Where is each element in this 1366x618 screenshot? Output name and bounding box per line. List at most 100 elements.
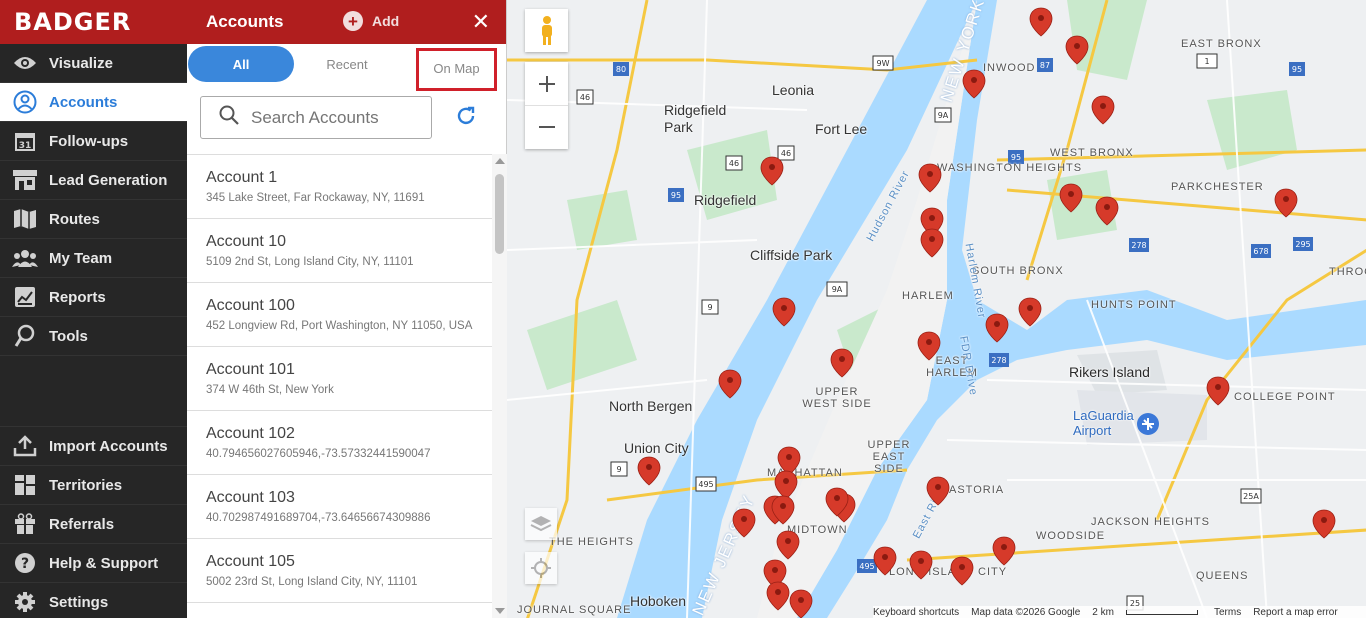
add-label: Add <box>372 13 400 29</box>
calendar-icon: 31 <box>12 128 38 154</box>
account-name: Account 101 <box>206 361 295 378</box>
map-scale[interactable]: 2 km <box>1092 607 1114 618</box>
account-address: 5109 2nd St, Long Island City, NY, 11101 <box>206 256 414 268</box>
account-tabs: All Recent On Map <box>187 44 506 91</box>
account-name: Account 102 <box>206 425 295 442</box>
panel-header: Accounts + Add ✕ <box>187 0 506 44</box>
account-name: Account 105 <box>206 553 295 570</box>
accounts-panel: Accounts + Add ✕ All Recent On Map Accou… <box>187 0 507 618</box>
keyboard-shortcuts-link[interactable]: Keyboard shortcuts <box>873 607 959 618</box>
svg-text:?: ? <box>21 556 29 572</box>
sidebar-item-routes[interactable]: Routes <box>0 200 187 239</box>
app-window: { "brand": { "logo": "BADGER" }, "sideba… <box>0 0 1366 618</box>
list-item[interactable]: Account 105 5002 23rd St, Long Island Ci… <box>187 539 492 603</box>
sidebar-item-help-support[interactable]: ? Help & Support <box>0 543 187 582</box>
terms-link[interactable]: Terms <box>1214 607 1241 618</box>
panel-title: Accounts <box>206 12 284 31</box>
sidebar-item-label: Import Accounts <box>49 437 168 455</box>
sidebar-item-label: Routes <box>49 210 100 228</box>
grid-icon <box>12 472 38 498</box>
sidebar-item-label: Tools <box>49 327 88 345</box>
account-name: Account 100 <box>206 297 295 314</box>
map-data-attribution: Map data ©2026 Google <box>971 606 1081 618</box>
sidebar-item-territories[interactable]: Territories <box>0 465 187 504</box>
account-address: 345 Lake Street, Far Rockaway, NY, 11691 <box>206 192 425 204</box>
sidebar-item-reports[interactable]: Reports <box>0 278 187 317</box>
sidebar-item-follow-ups[interactable]: 31 Follow-ups <box>0 122 187 161</box>
list-scrollbar[interactable] <box>492 154 507 618</box>
tab-recent[interactable]: Recent <box>307 46 387 82</box>
account-address: 40.702987491689704,-73.64656674309886 <box>206 512 431 524</box>
refresh-icon[interactable] <box>455 105 481 131</box>
plus-icon <box>538 75 555 92</box>
account-address: 374 W 46th St, New York <box>206 384 334 396</box>
report-error-link[interactable]: Report a map error <box>1253 607 1337 618</box>
map-footer: Keyboard shortcuts Map data ©2026 Google… <box>873 606 1366 618</box>
crosshair-icon <box>531 558 551 578</box>
account-name: Account 1 <box>206 169 278 186</box>
zoom-out-button[interactable] <box>525 106 568 149</box>
chart-icon <box>12 284 38 310</box>
scale-bar <box>1125 609 1198 615</box>
sidebar-item-lead-generation[interactable]: Lead Generation <box>0 161 187 200</box>
map-pins-layer <box>637 7 1336 618</box>
sidebar-item-label: Reports <box>49 288 106 306</box>
account-name: Account 10 <box>206 233 287 250</box>
search-icon <box>219 105 239 130</box>
badger-logo[interactable]: BADGER <box>0 0 187 44</box>
svg-text:31: 31 <box>19 141 32 151</box>
list-item[interactable]: Account 102 40.794656027605946,-73.57332… <box>187 411 492 475</box>
map-icon <box>12 206 38 232</box>
help-icon: ? <box>12 550 38 576</box>
search-row <box>187 86 506 154</box>
sidebar-item-settings[interactable]: Settings <box>0 582 187 618</box>
accounts-list: Account 1 345 Lake Street, Far Rockaway,… <box>187 154 492 618</box>
layers-button[interactable] <box>525 508 557 540</box>
sidebar-item-import-accounts[interactable]: Import Accounts <box>0 426 187 465</box>
sidebar-item-visualize[interactable]: Visualize <box>0 44 187 83</box>
tab-all[interactable]: All <box>188 46 294 82</box>
upload-icon <box>12 433 38 459</box>
team-icon <box>12 245 38 271</box>
account-address: 452 Longview Rd, Port Washington, NY 110… <box>206 320 473 332</box>
search-input[interactable] <box>251 107 431 128</box>
street-view-pegman[interactable] <box>525 9 568 52</box>
scroll-down-arrow[interactable] <box>495 608 505 614</box>
gift-icon <box>12 511 38 537</box>
plus-icon: + <box>343 11 363 31</box>
list-item[interactable]: Account 103 40.702987491689704,-73.64656… <box>187 475 492 539</box>
my-location-button[interactable] <box>525 552 557 584</box>
sidebar-item-tools[interactable]: Tools <box>0 317 187 356</box>
list-item[interactable]: Account 10 5109 2nd St, Long Island City… <box>187 219 492 283</box>
sidebar-item-label: Territories <box>49 476 123 494</box>
zoom-in-button[interactable] <box>525 63 568 106</box>
list-item[interactable]: Account 100 452 Longview Rd, Port Washin… <box>187 283 492 347</box>
tab-on-map[interactable]: On Map <box>416 48 497 91</box>
pegman-icon <box>541 15 552 45</box>
scroll-thumb[interactable] <box>495 174 504 254</box>
add-account-button[interactable]: + Add <box>343 11 399 31</box>
minus-icon <box>538 126 555 128</box>
sidebar-item-my-team[interactable]: My Team <box>0 239 187 278</box>
sidebar-item-referrals[interactable]: Referrals <box>0 504 187 543</box>
close-icon[interactable]: ✕ <box>472 9 490 35</box>
list-item[interactable]: Account 101 374 W 46th St, New York <box>187 347 492 411</box>
scroll-up-arrow[interactable] <box>495 158 505 164</box>
search-box[interactable] <box>200 96 432 139</box>
layers-icon <box>530 516 552 532</box>
pin-tool-icon <box>12 323 38 349</box>
sidebar-item-label: Visualize <box>49 54 113 72</box>
sidebar-item-label: My Team <box>49 249 113 267</box>
sidebar-item-accounts[interactable]: Accounts <box>0 83 187 122</box>
sidebar-item-label: Help & Support <box>49 554 159 572</box>
sidebar-item-label: Lead Generation <box>49 171 168 189</box>
sidebar-bottom-group: Import Accounts Territories Referrals ? … <box>0 426 187 618</box>
account-address: 5002 23rd St, Long Island City, NY, 1110… <box>206 576 418 588</box>
map-view[interactable]: 80 95 95 95 87 278 278 678 295 495 495 9… <box>507 0 1366 618</box>
sidebar-item-label: Follow-ups <box>49 132 129 150</box>
zoom-control <box>525 62 568 149</box>
list-item[interactable]: Account 1 345 Lake Street, Far Rockaway,… <box>187 155 492 219</box>
account-address: 40.794656027605946,-73.57332441590047 <box>206 448 431 460</box>
sidebar-item-label: Referrals <box>49 515 115 533</box>
map-marker-group[interactable] <box>637 7 1336 618</box>
